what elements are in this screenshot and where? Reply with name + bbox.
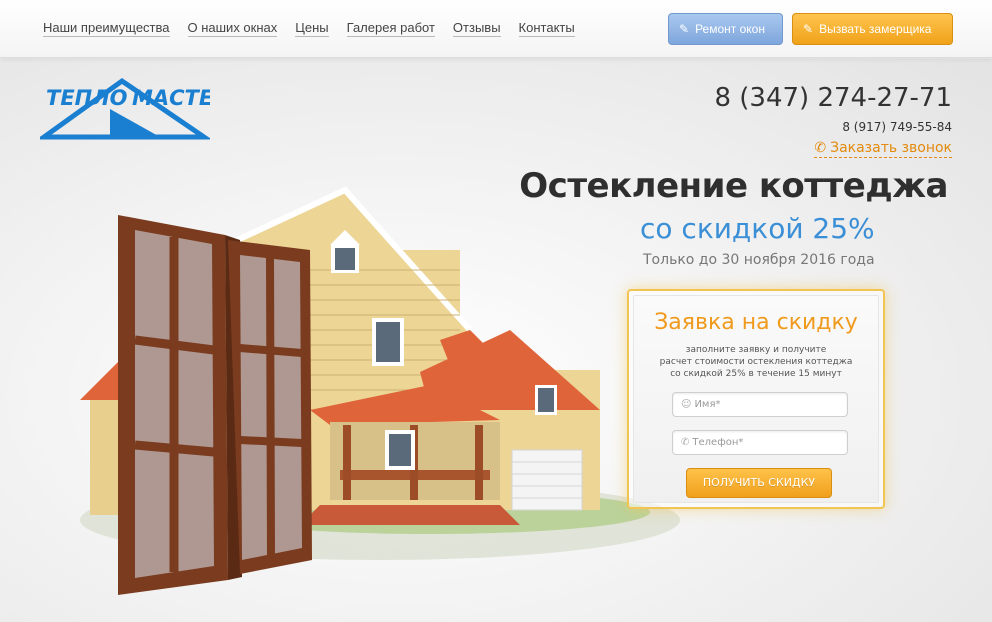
- logo-text-teplo: ТЕПЛО: [46, 86, 128, 110]
- get-discount-button[interactable]: ПОЛУЧИТЬ СКИДКУ: [686, 468, 832, 498]
- name-field[interactable]: ☺ Имя*: [672, 392, 848, 417]
- page-title: Остекление коттеджа: [519, 166, 948, 206]
- form-desc-line: расчет стоимости остекления коттеджа: [659, 357, 853, 367]
- nav-link-advantages[interactable]: Наши преимущества: [43, 20, 170, 37]
- nav-link-reviews[interactable]: Отзывы: [452, 20, 501, 37]
- secondary-phone-number[interactable]: 8 (917) 749-55-84: [842, 120, 952, 134]
- form-desc-line: со скидкой 25% в течение 15 минут: [670, 369, 842, 379]
- nav-link-prices[interactable]: Цены: [295, 20, 329, 37]
- discount-request-form: Заявка на скидку заполните заявку и полу…: [627, 289, 885, 509]
- nav-link-gallery[interactable]: Галерея работ: [346, 20, 435, 37]
- discount-subtitle: со скидкой 25%: [640, 212, 875, 245]
- logo-text-master: МАСТЕР: [132, 86, 210, 110]
- phone-field[interactable]: ✆ Телефон*: [672, 430, 848, 455]
- main-menu: Наши преимущества О наших окнах Цены Гал…: [43, 20, 575, 37]
- teplomaster-logo: ТЕПЛО МАСТЕР: [40, 77, 210, 140]
- nav-link-about-windows[interactable]: О наших окнах: [187, 20, 278, 37]
- form-description: заполните заявку и получите расчет стоим…: [644, 344, 868, 380]
- pencil-icon: ✎: [679, 22, 690, 36]
- offer-deadline: Только до 30 ноября 2016 года: [643, 252, 875, 268]
- phone-icon: ✆: [681, 437, 690, 448]
- top-navigation-bar: Наши преимущества О наших окнах Цены Гал…: [0, 0, 992, 58]
- window-repair-button[interactable]: ✎ Ремонт окон: [668, 13, 783, 45]
- window-repair-label: Ремонт окон: [695, 22, 765, 36]
- call-measurer-label: Вызвать замерщика: [819, 22, 932, 36]
- order-callback-label: Заказать звонок: [830, 140, 952, 156]
- pencil-icon: ✎: [803, 22, 814, 36]
- user-icon: ☺: [681, 399, 692, 410]
- phone-placeholder: Телефон*: [692, 437, 744, 448]
- name-placeholder: Имя*: [694, 399, 721, 410]
- call-measurer-button[interactable]: ✎ Вызвать замерщика: [792, 13, 953, 45]
- order-callback-link[interactable]: ✆ Заказать звонок: [814, 140, 952, 158]
- nav-link-contacts[interactable]: Контакты: [518, 20, 575, 37]
- phone-icon: ✆: [814, 140, 827, 156]
- wooden-window-frame: [118, 215, 312, 595]
- form-panel: Заявка на скидку заполните заявку и полу…: [633, 295, 879, 503]
- main-phone-number[interactable]: 8 (347) 274-27-71: [714, 83, 952, 113]
- form-desc-line: заполните заявку и получите: [685, 345, 827, 355]
- form-title: Заявка на скидку: [654, 310, 858, 335]
